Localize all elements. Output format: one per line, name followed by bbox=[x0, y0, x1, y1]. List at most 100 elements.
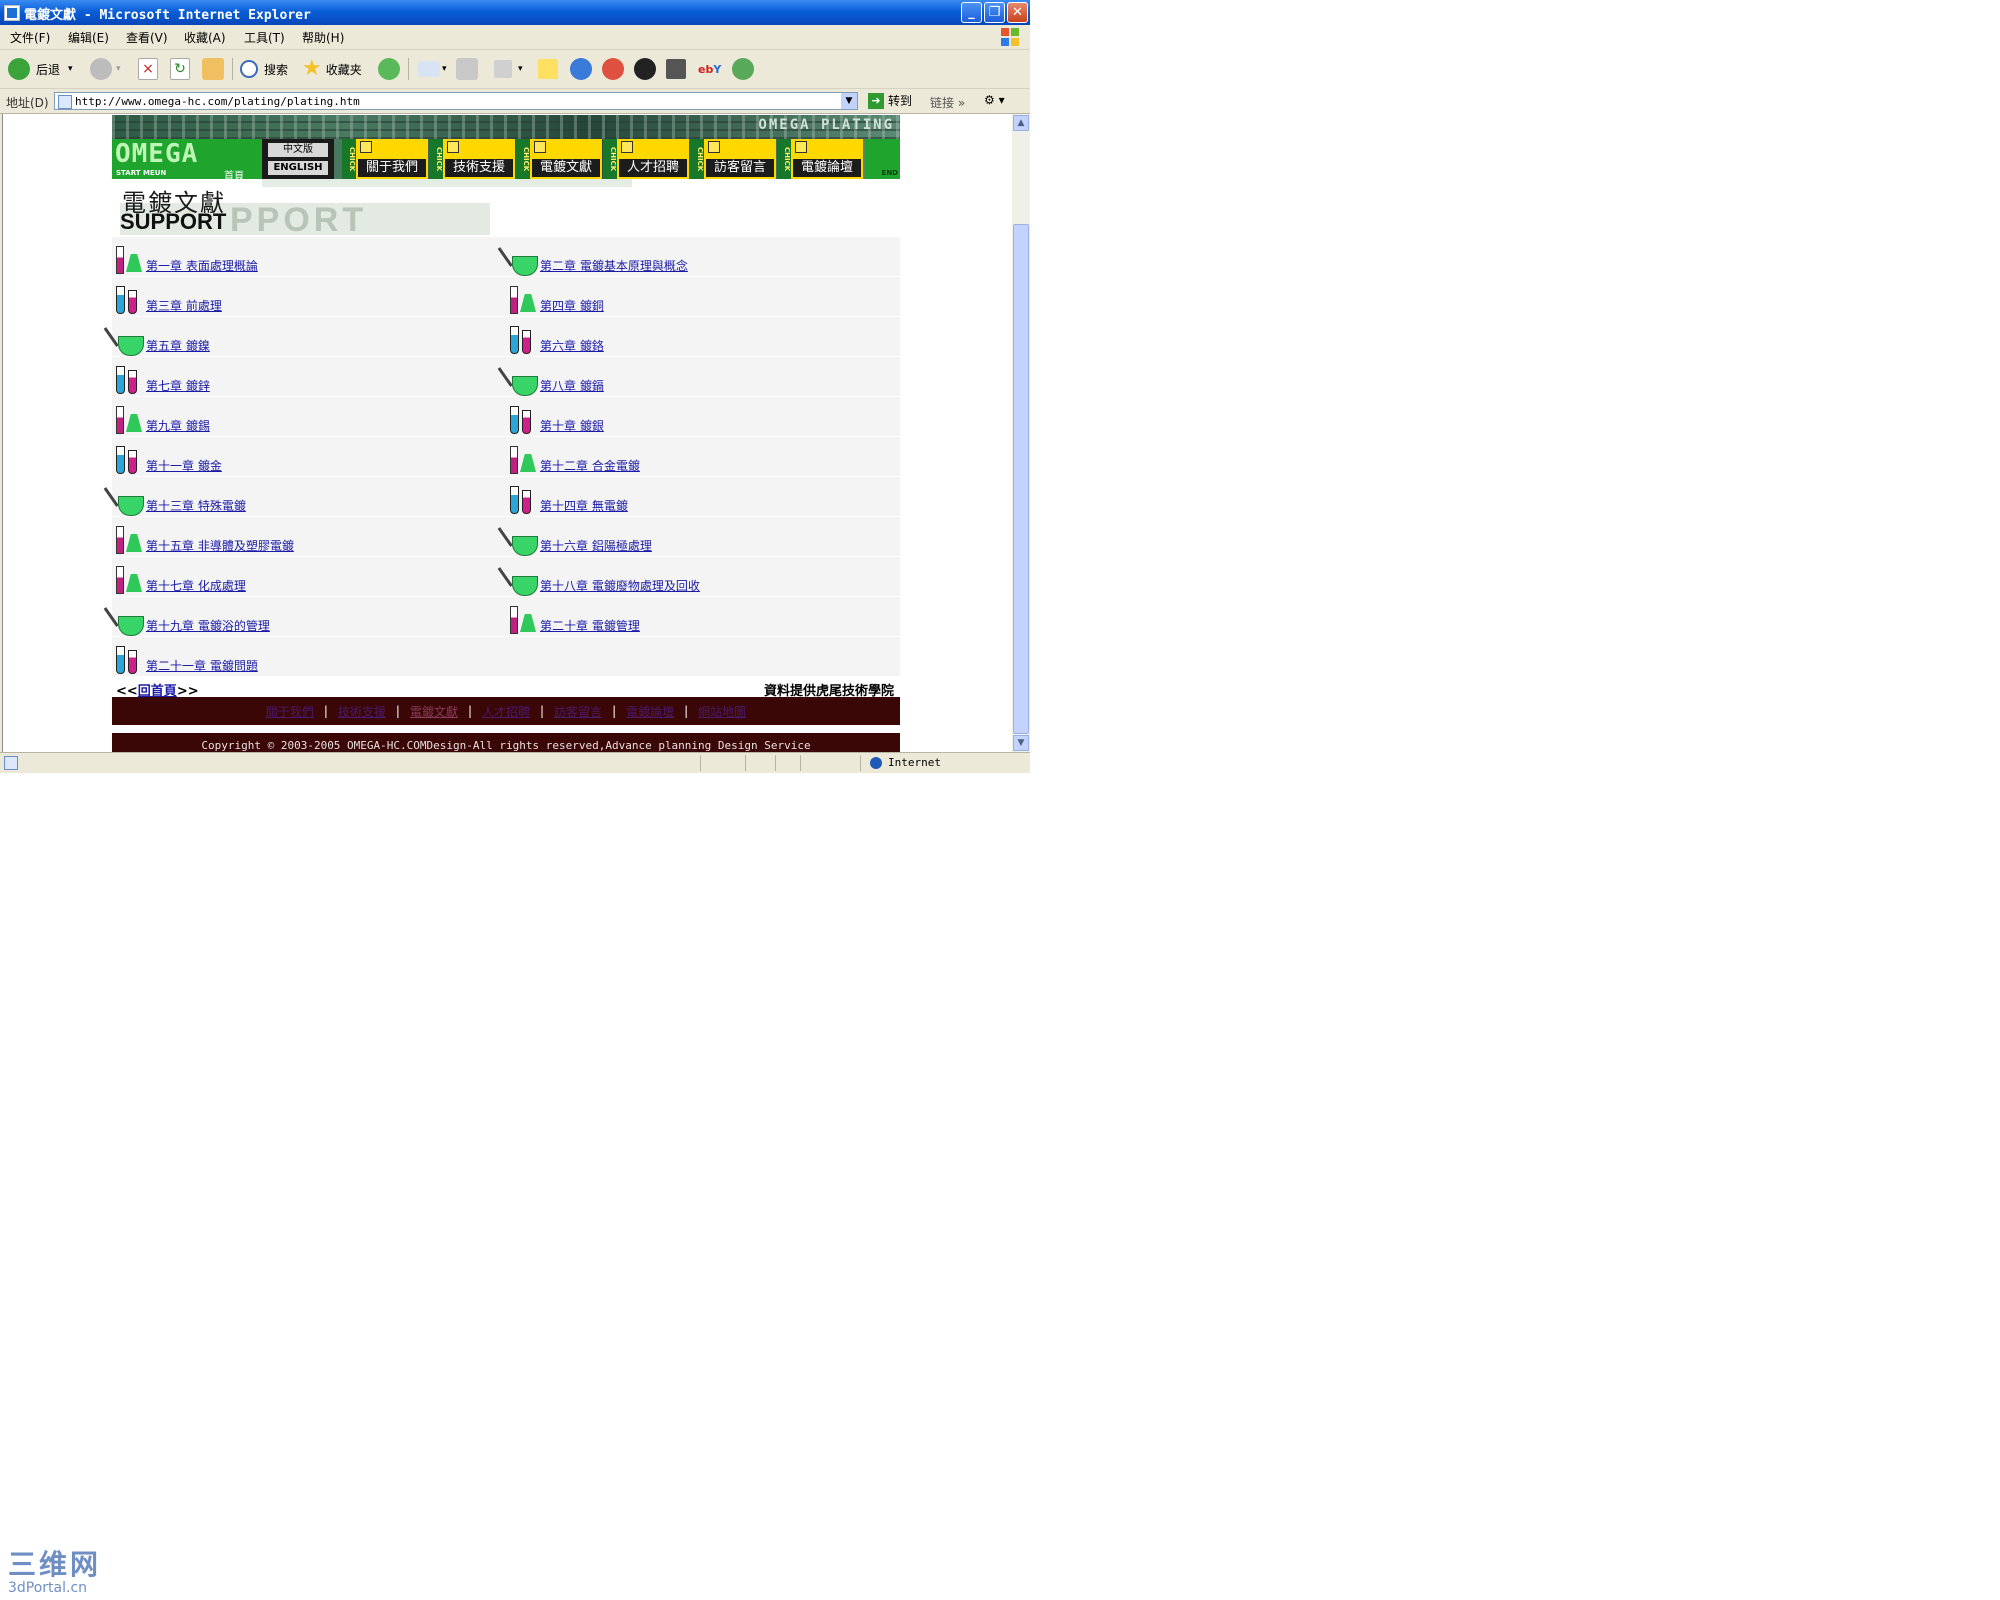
msn-button[interactable] bbox=[732, 56, 754, 82]
menu-file[interactable]: 文件(F) bbox=[10, 29, 50, 46]
footer-link[interactable]: 關于我們 bbox=[266, 703, 314, 720]
chapter-link[interactable]: 第二章 電鍍基本原理與概念 bbox=[540, 257, 688, 274]
note-button[interactable] bbox=[538, 56, 558, 82]
chapter-link[interactable]: 第十五章 非導體及塑膠電鍍 bbox=[146, 537, 294, 554]
chapter-link[interactable]: 第十四章 無電鍍 bbox=[540, 497, 628, 514]
messenger-button[interactable] bbox=[602, 56, 624, 82]
minimize-button[interactable]: _ bbox=[961, 2, 982, 23]
lang-chinese-button[interactable]: 中文版 bbox=[268, 143, 328, 157]
chapter-link[interactable]: 第三章 前處理 bbox=[146, 297, 222, 314]
globe-button[interactable] bbox=[570, 56, 592, 82]
chapter-item: 第七章 鍍鋅 bbox=[112, 364, 506, 396]
chapter-link[interactable]: 第十六章 鋁陽極處理 bbox=[540, 537, 652, 554]
nav-tab-literature[interactable]: CHICK 電鍍文獻 bbox=[516, 139, 602, 179]
stop-icon: × bbox=[138, 58, 158, 80]
vertical-scrollbar[interactable]: ▲ ▼ bbox=[1012, 114, 1030, 752]
nav-tab-support[interactable]: CHICK 技術支援 bbox=[429, 139, 515, 179]
chapter-link[interactable]: 第一章 表面處理概論 bbox=[146, 257, 258, 274]
chapter-row: 第十七章 化成處理 第十八章 電鍍廢物處理及回收 bbox=[112, 556, 900, 597]
menu-tools[interactable]: 工具(T) bbox=[244, 29, 285, 46]
refresh-button[interactable]: ↻ bbox=[170, 56, 190, 82]
chapter-link[interactable]: 第十三章 特殊電鍍 bbox=[146, 497, 246, 514]
page-status-icon bbox=[4, 756, 18, 770]
search-button[interactable]: 搜索 bbox=[240, 56, 288, 82]
home-link[interactable]: 首頁 bbox=[224, 167, 244, 179]
chapter-link[interactable]: 第二十一章 電鍍問題 bbox=[146, 657, 258, 674]
chapter-cell: 第一章 表面處理概論 bbox=[112, 237, 506, 277]
chapter-link[interactable]: 第四章 鍍銅 bbox=[540, 297, 604, 314]
chapter-link[interactable]: 第八章 鍍鎘 bbox=[540, 377, 604, 394]
title-bar[interactable]: 電鍍文獻 - Microsoft Internet Explorer _ ❐ ✕ bbox=[0, 0, 1030, 25]
links-label: 链接 bbox=[930, 96, 955, 110]
chapter-cell: 第十九章 電鍍浴的管理 bbox=[103, 596, 506, 637]
chapter-row: 第九章 鍍錫 第十章 鍍銀 bbox=[112, 396, 900, 437]
address-dropdown-icon[interactable]: ▼ bbox=[841, 93, 857, 109]
nav-tab-about[interactable]: CHICK 關于我們 bbox=[342, 139, 428, 179]
forward-button[interactable]: ▾ bbox=[90, 56, 121, 82]
chapter-row: 第三章 前處理 第四章 鍍銅 bbox=[112, 276, 900, 317]
footer-separator: | bbox=[612, 704, 617, 718]
chapter-item: 第十章 鍍銀 bbox=[506, 404, 900, 436]
chapter-link[interactable]: 第七章 鍍鋅 bbox=[146, 377, 210, 394]
chapter-link[interactable]: 第六章 鍍鉻 bbox=[540, 337, 604, 354]
menu-edit[interactable]: 编辑(E) bbox=[68, 29, 109, 46]
chapter-link[interactable]: 第十九章 電鍍浴的管理 bbox=[146, 617, 270, 634]
nav-tab-forum[interactable]: CHICK 電鍍論壇 bbox=[777, 139, 863, 179]
footer-link[interactable]: 電鍍文獻 bbox=[410, 703, 458, 720]
forward-arrow-icon bbox=[90, 58, 112, 80]
chapter-link[interactable]: 第十八章 電鍍廢物處理及回收 bbox=[540, 577, 700, 594]
chapter-link[interactable]: 第二十章 電鍍管理 bbox=[540, 617, 640, 634]
window-title: 電鍍文獻 - Microsoft Internet Explorer bbox=[24, 8, 311, 23]
chapter-link[interactable]: 第十七章 化成處理 bbox=[146, 577, 246, 594]
history-button[interactable] bbox=[378, 56, 400, 82]
chapter-link[interactable]: 第十二章 合金電鍍 bbox=[540, 457, 640, 474]
chapter-item: 第十二章 合金電鍍 bbox=[506, 444, 900, 476]
chapter-link[interactable]: 第十一章 鍍金 bbox=[146, 457, 222, 474]
chapter-link[interactable]: 第十章 鍍銀 bbox=[540, 417, 604, 434]
mail-button[interactable]: ▾ bbox=[418, 56, 447, 82]
favorites-button[interactable]: ★ 收藏夹 bbox=[302, 56, 362, 82]
footer-link[interactable]: 訪客留言 bbox=[554, 703, 602, 720]
back-button[interactable]: 后退 ▾ bbox=[8, 56, 73, 82]
nav-tab-label: 電鍍論壇 bbox=[793, 159, 861, 177]
footer-link[interactable]: 人才招聘 bbox=[482, 703, 530, 720]
maximize-button[interactable]: ❐ bbox=[984, 2, 1005, 23]
edit-button[interactable]: ▾ bbox=[494, 56, 523, 82]
tool-button[interactable] bbox=[666, 56, 686, 82]
nav-tab-label: 電鍍文獻 bbox=[532, 159, 600, 177]
status-divider bbox=[800, 755, 801, 771]
chapter-link[interactable]: 第九章 鍍錫 bbox=[146, 417, 210, 434]
close-button[interactable]: ✕ bbox=[1007, 2, 1028, 23]
chapter-cell: 第十二章 合金電鍍 bbox=[506, 436, 900, 477]
print-button[interactable] bbox=[456, 56, 478, 82]
scroll-down-icon[interactable]: ▼ bbox=[1013, 735, 1029, 751]
footer-link[interactable]: 網站地圖 bbox=[698, 703, 746, 720]
chapter-link[interactable]: 第五章 鍍鎳 bbox=[146, 337, 210, 354]
chapter-cell: 第十六章 鋁陽極處理 bbox=[497, 516, 900, 557]
lang-english-button[interactable]: ENGLISH bbox=[268, 161, 328, 175]
stop-button[interactable]: × bbox=[138, 56, 158, 82]
menu-view[interactable]: 查看(V) bbox=[126, 29, 168, 46]
chapter-cell: 第十四章 無電鍍 bbox=[506, 476, 900, 517]
back-home-link[interactable]: 回首頁 bbox=[138, 684, 177, 699]
footer-link[interactable]: 電鍍論壇 bbox=[626, 703, 674, 720]
nav-tab-jobs[interactable]: CHICK 人才招聘 bbox=[603, 139, 689, 179]
address-input[interactable] bbox=[75, 94, 835, 108]
address-field[interactable]: ▼ bbox=[54, 92, 858, 110]
ebay-icon-part: Y bbox=[713, 62, 722, 76]
scroll-up-icon[interactable]: ▲ bbox=[1013, 115, 1029, 131]
go-button[interactable]: ➜ 转到 bbox=[868, 92, 912, 109]
translate-icon[interactable]: ⚙ ▾ bbox=[984, 93, 1005, 107]
links-button[interactable]: 链接 » bbox=[930, 94, 965, 111]
ebay-button[interactable]: eb Y bbox=[698, 56, 721, 82]
footer-link[interactable]: 技術支援 bbox=[338, 703, 386, 720]
document-icon bbox=[621, 141, 633, 153]
omega-logo[interactable]: OMEGA START MEUN 首頁 bbox=[112, 139, 262, 179]
home-button[interactable] bbox=[202, 56, 224, 82]
menu-help[interactable]: 帮助(H) bbox=[302, 29, 344, 46]
qq-button[interactable] bbox=[634, 56, 656, 82]
nav-tab-guestbook[interactable]: CHICK 訪客留言 bbox=[690, 139, 776, 179]
scroll-thumb[interactable] bbox=[1013, 224, 1029, 734]
menu-favorites[interactable]: 收藏(A) bbox=[184, 29, 226, 46]
nav-tab-label: 訪客留言 bbox=[706, 159, 774, 177]
